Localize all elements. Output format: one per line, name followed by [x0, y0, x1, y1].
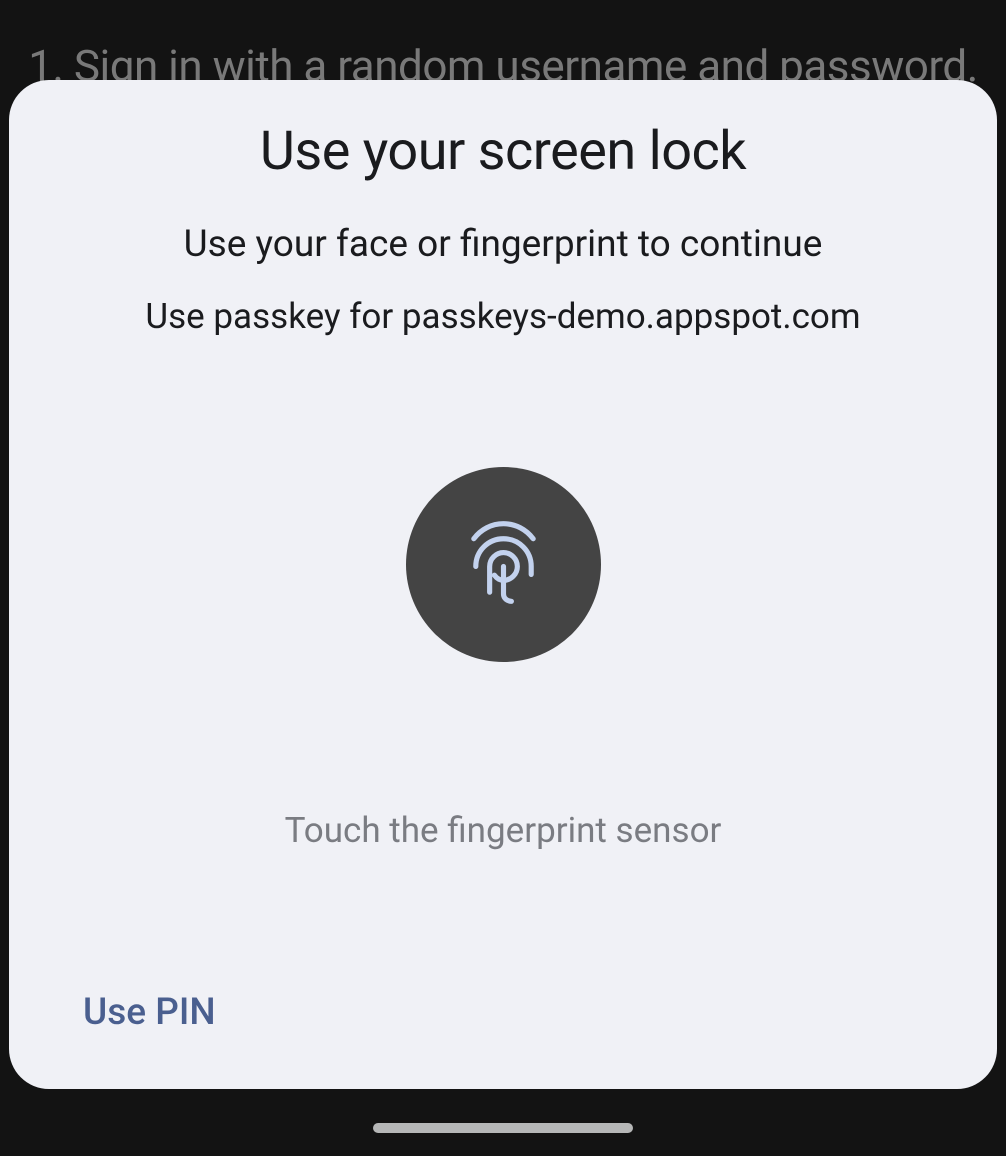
fingerprint-sensor-target[interactable]: [406, 467, 601, 662]
use-pin-button[interactable]: Use PIN: [83, 991, 216, 1034]
navigation-handle[interactable]: [373, 1123, 633, 1133]
dialog-title: Use your screen lock: [260, 120, 746, 183]
fingerprint-hint-text: Touch the fingerprint sensor: [9, 810, 997, 851]
passkey-domain-text: Use passkey for passkeys-demo.appspot.co…: [145, 296, 860, 337]
biometric-prompt-sheet: Use your screen lock Use your face or fi…: [9, 80, 997, 1089]
dialog-subtitle: Use your face or fingerprint to continue: [184, 223, 823, 266]
fingerprint-icon: [456, 515, 551, 614]
